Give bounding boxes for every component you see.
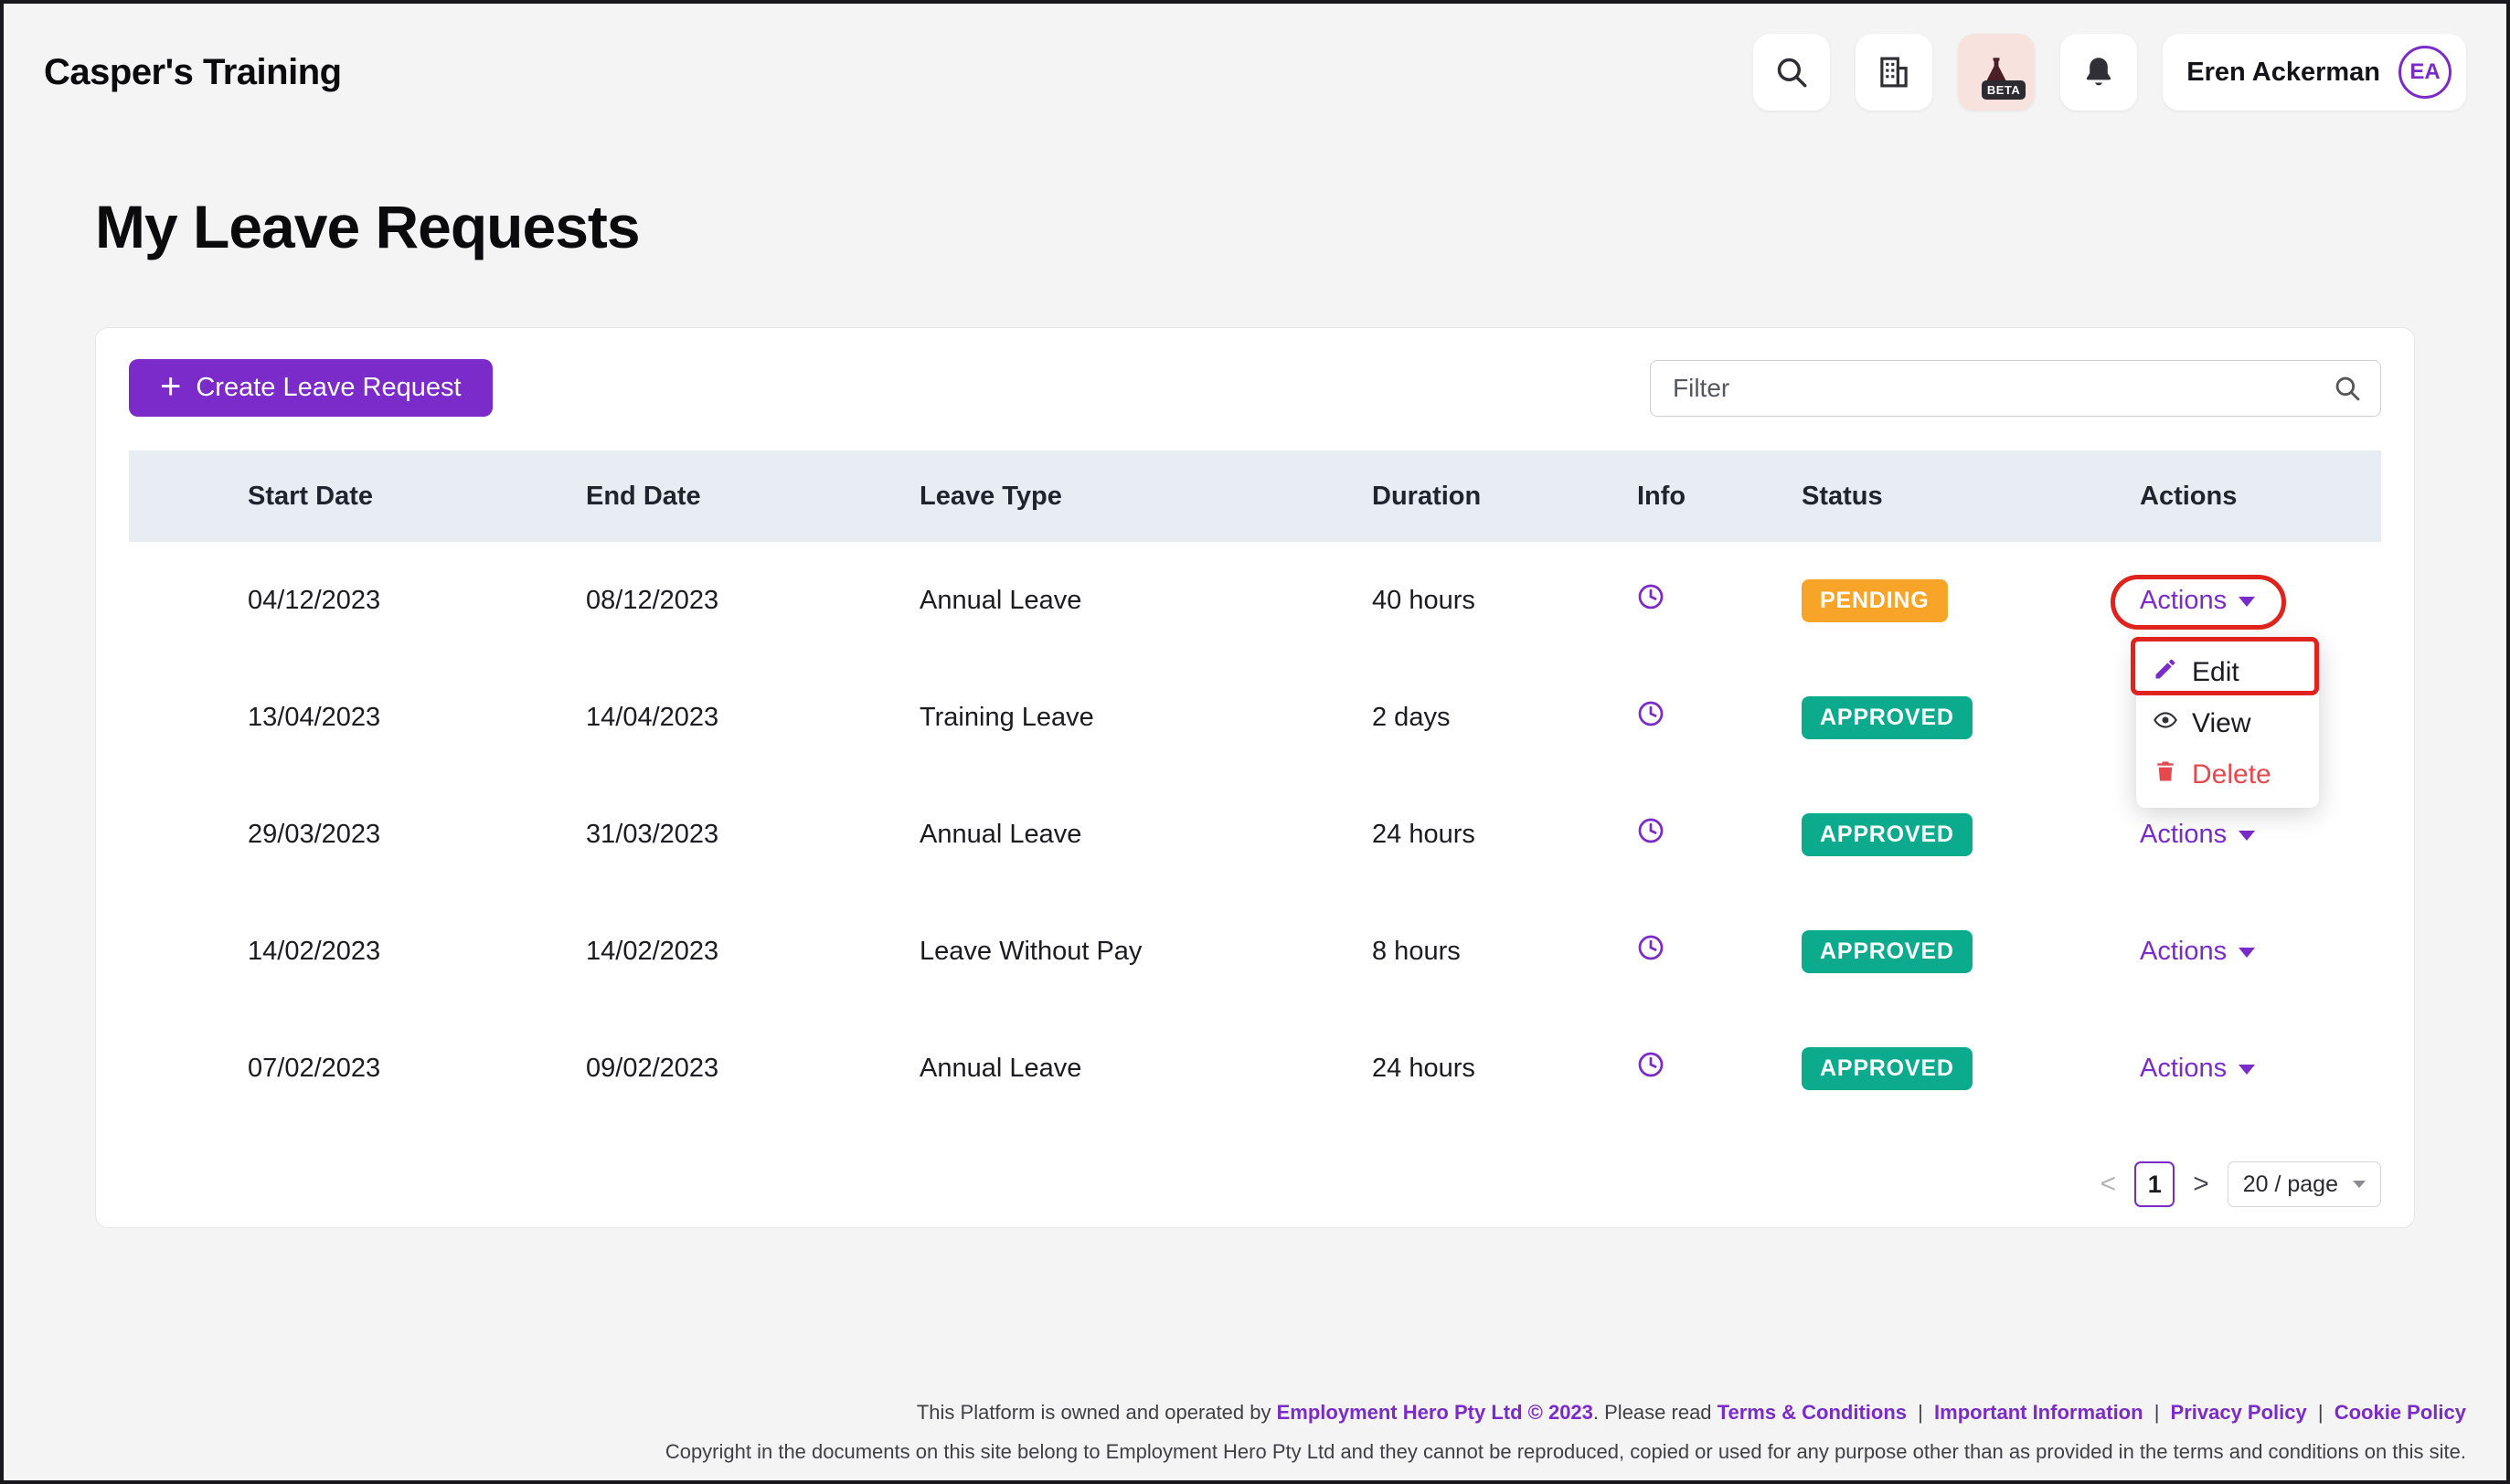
table-row: 13/04/2023 14/04/2023 Training Leave 2 d…: [129, 659, 2381, 776]
search-icon: [1772, 53, 1811, 91]
cell-duration: 40 hours: [1372, 586, 1637, 616]
table-row: 07/02/2023 09/02/2023 Annual Leave 24 ho…: [129, 1010, 2381, 1127]
card-toolbar: + Create Leave Request: [129, 359, 2381, 417]
status-badge: PENDING: [1802, 579, 1948, 622]
menu-item-view[interactable]: View: [2136, 698, 2319, 749]
top-actions: BETA Eren Ackerman EA: [1753, 34, 2466, 111]
actions-dropdown-trigger[interactable]: Actions: [2140, 937, 2255, 967]
column-header-start-date: Start Date: [129, 482, 586, 512]
cell-start-date: 13/04/2023: [129, 703, 586, 733]
pencil-icon: [2153, 656, 2178, 689]
cell-end-date: 09/02/2023: [586, 1054, 920, 1084]
page-title: My Leave Requests: [95, 192, 2506, 261]
search-button[interactable]: [1753, 34, 1830, 111]
column-header-actions: Actions: [2140, 482, 2381, 512]
avatar: EA: [2398, 46, 2452, 99]
table-row: 14/02/2023 14/02/2023 Leave Without Pay …: [129, 893, 2381, 1010]
cell-duration: 2 days: [1372, 703, 1637, 733]
bell-icon: [2079, 53, 2118, 91]
cell-leave-type: Annual Leave: [920, 586, 1372, 616]
actions-dropdown-trigger[interactable]: Actions: [2140, 820, 2255, 850]
table-row: 29/03/2023 31/03/2023 Annual Leave 24 ho…: [129, 776, 2381, 893]
beta-features-button[interactable]: BETA: [1958, 34, 2035, 111]
leave-requests-table: Start Date End Date Leave Type Duration …: [129, 450, 2381, 1127]
column-header-status: Status: [1802, 482, 2140, 512]
column-header-duration: Duration: [1372, 482, 1637, 512]
notifications-button[interactable]: [2060, 34, 2137, 111]
create-leave-request-button[interactable]: + Create Leave Request: [129, 359, 493, 417]
cell-end-date: 14/04/2023: [586, 703, 920, 733]
cell-leave-type: Leave Without Pay: [920, 937, 1372, 967]
eye-icon: [2153, 707, 2178, 740]
company-button[interactable]: [1856, 34, 1932, 111]
chevron-down-icon: [2239, 597, 2255, 607]
menu-item-edit[interactable]: Edit: [2136, 647, 2319, 698]
info-clock-icon[interactable]: [1637, 1051, 1664, 1078]
info-clock-icon[interactable]: [1637, 700, 1664, 727]
cell-start-date: 29/03/2023: [129, 820, 586, 850]
cell-leave-type: Annual Leave: [920, 1054, 1372, 1084]
cell-end-date: 08/12/2023: [586, 586, 920, 616]
actions-dropdown-menu: Edit View Delete: [2136, 640, 2319, 808]
cell-start-date: 14/02/2023: [129, 937, 586, 967]
column-header-info: Info: [1637, 482, 1802, 512]
chevron-down-icon: [2239, 831, 2255, 841]
important-information-link[interactable]: Important Information: [1934, 1401, 2143, 1424]
privacy-policy-link[interactable]: Privacy Policy: [2171, 1401, 2307, 1424]
pagination: < 1 > 20 / page: [129, 1161, 2381, 1207]
cell-duration: 8 hours: [1372, 937, 1637, 967]
app-title: Casper's Training: [44, 52, 342, 93]
info-clock-icon[interactable]: [1637, 934, 1664, 961]
leave-requests-card: + Create Leave Request Start Date End Da…: [95, 327, 2415, 1228]
create-leave-request-label: Create Leave Request: [196, 373, 461, 403]
trash-icon: [2153, 758, 2178, 791]
table-header-row: Start Date End Date Leave Type Duration …: [129, 450, 2381, 542]
filter-search-icon: [2332, 373, 2363, 408]
column-header-end-date: End Date: [586, 482, 920, 512]
cookie-policy-link[interactable]: Cookie Policy: [2335, 1401, 2466, 1424]
cell-start-date: 04/12/2023: [129, 586, 586, 616]
next-page-button[interactable]: >: [2193, 1169, 2209, 1200]
table-row: 04/12/2023 08/12/2023 Annual Leave 40 ho…: [129, 542, 2381, 659]
cell-leave-type: Annual Leave: [920, 820, 1372, 850]
cell-end-date: 14/02/2023: [586, 937, 920, 967]
page-size-value: 20 / page: [2243, 1171, 2338, 1198]
current-page[interactable]: 1: [2134, 1161, 2175, 1207]
column-header-leave-type: Leave Type: [920, 482, 1372, 512]
actions-dropdown-trigger[interactable]: Actions: [2140, 1054, 2255, 1084]
page-size-select[interactable]: 20 / page: [2228, 1161, 2381, 1207]
cell-duration: 24 hours: [1372, 1054, 1637, 1084]
status-badge: APPROVED: [1802, 696, 1973, 739]
chevron-down-icon: [2239, 1065, 2255, 1075]
app-root: Casper's Training BETA: [0, 0, 2510, 1484]
status-badge: APPROVED: [1802, 1047, 1973, 1090]
chevron-down-icon: [2239, 948, 2255, 958]
beta-badge: BETA: [1982, 80, 2026, 100]
footer: This Platform is owned and operated by E…: [665, 1399, 2466, 1466]
building-icon: [1875, 53, 1913, 91]
info-clock-icon[interactable]: [1637, 583, 1664, 610]
cell-leave-type: Training Leave: [920, 703, 1372, 733]
user-menu[interactable]: Eren Ackerman EA: [2163, 34, 2466, 111]
status-badge: APPROVED: [1802, 813, 1973, 856]
filter-input[interactable]: [1650, 360, 2381, 417]
footer-line2: Copyright in the documents on this site …: [665, 1438, 2466, 1466]
top-bar: Casper's Training BETA: [4, 4, 2506, 141]
actions-dropdown-trigger[interactable]: Actions: [2140, 586, 2255, 616]
cell-start-date: 07/02/2023: [129, 1054, 586, 1084]
footer-line1: This Platform is owned and operated by E…: [665, 1399, 2466, 1426]
filter-field: [1650, 360, 2381, 417]
terms-conditions-link[interactable]: Terms & Conditions: [1718, 1401, 1907, 1424]
cell-end-date: 31/03/2023: [586, 820, 920, 850]
info-clock-icon[interactable]: [1637, 817, 1664, 844]
employment-hero-link[interactable]: Employment Hero Pty Ltd © 2023: [1277, 1401, 1593, 1424]
user-name: Eren Ackerman: [2186, 58, 2380, 88]
prev-page-button[interactable]: <: [2101, 1169, 2117, 1200]
menu-item-delete[interactable]: Delete: [2136, 749, 2319, 800]
status-badge: APPROVED: [1802, 930, 1973, 973]
chevron-down-icon: [2353, 1181, 2366, 1188]
cell-duration: 24 hours: [1372, 820, 1637, 850]
